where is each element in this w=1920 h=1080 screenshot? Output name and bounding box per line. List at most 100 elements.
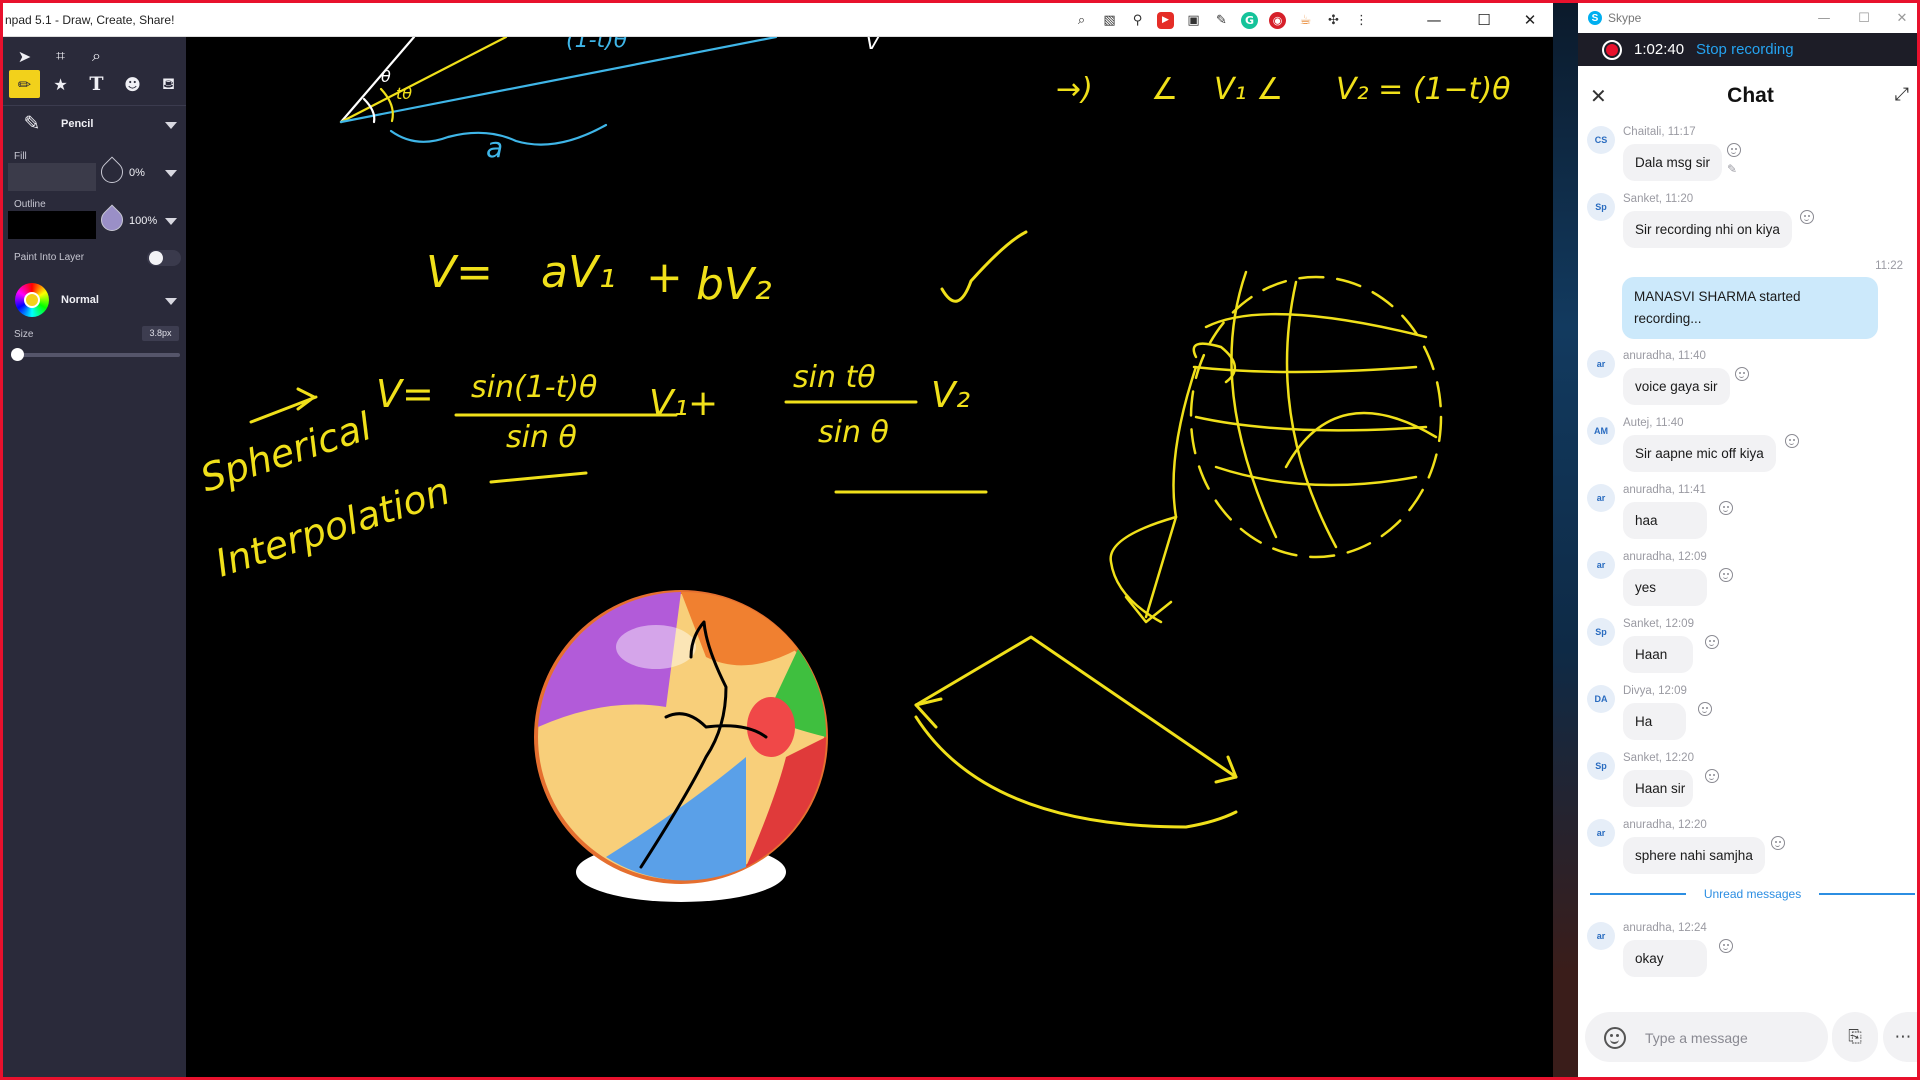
pencil-tool-icon[interactable]: ✏ bbox=[9, 70, 40, 98]
reaction-icon[interactable] bbox=[1719, 939, 1733, 953]
magnifier-icon[interactable]: ⌕ bbox=[81, 42, 112, 70]
message-composer: ⎘ ⋯ bbox=[1578, 1003, 1917, 1077]
more-vertical-icon[interactable]: ⋮ bbox=[1353, 12, 1370, 29]
message-bubble[interactable]: Haan bbox=[1623, 636, 1693, 673]
size-slider-track[interactable] bbox=[15, 353, 180, 357]
map-pin-icon[interactable]: ⚲ bbox=[1129, 12, 1146, 29]
reaction-icon[interactable] bbox=[1800, 210, 1814, 224]
avatar[interactable]: ar bbox=[1587, 551, 1615, 579]
reaction-icon[interactable] bbox=[1705, 635, 1719, 649]
message-meta: Divya, 12:09 bbox=[1623, 685, 1687, 697]
avatar[interactable]: DA bbox=[1587, 685, 1615, 713]
skype-minimize-button[interactable]: — bbox=[1806, 3, 1842, 33]
crop-icon[interactable]: ⌗ bbox=[45, 42, 76, 70]
cup-extension-icon[interactable]: ☕ bbox=[1297, 12, 1314, 29]
zoom-icon[interactable]: ⌕ bbox=[1073, 12, 1090, 29]
separator-line bbox=[1819, 893, 1916, 895]
outline-opacity-value[interactable]: 100% bbox=[129, 215, 157, 227]
reaction-icon[interactable] bbox=[1705, 769, 1719, 783]
drawing-canvas[interactable]: θ tθ a (1-t)θ v →) ∠ V₁ ∠ V₂ = (1−t)θ V= bbox=[186, 37, 1553, 1077]
edit-pencil-icon[interactable]: ✎ bbox=[1727, 162, 1737, 176]
reaction-icon[interactable] bbox=[1735, 367, 1749, 381]
message-bubble[interactable]: voice gaya sir bbox=[1623, 368, 1730, 405]
message-bubble[interactable]: Sir recording nhi on kiya bbox=[1623, 211, 1792, 248]
reaction-icon[interactable] bbox=[1727, 143, 1741, 157]
avatar[interactable]: Sp bbox=[1587, 618, 1615, 646]
avatar[interactable]: ar bbox=[1587, 922, 1615, 950]
paint-into-layer-toggle[interactable] bbox=[147, 250, 181, 266]
pencil-preview-icon: ✎ bbox=[23, 111, 41, 135]
extension-gray-icon[interactable]: ▧ bbox=[1101, 12, 1118, 29]
active-color-swatch[interactable] bbox=[24, 292, 40, 308]
avatar[interactable]: ar bbox=[1587, 819, 1615, 847]
text-icon[interactable]: T bbox=[81, 70, 112, 98]
triangle-edge-blue bbox=[339, 37, 778, 124]
message-list[interactable]: CS Chaitali, 11:17 Dala msg sir ✎ Sp San… bbox=[1578, 124, 1917, 977]
avatar[interactable]: Sp bbox=[1587, 752, 1615, 780]
message-bubble[interactable]: okay bbox=[1623, 940, 1707, 977]
emoji-icon[interactable] bbox=[1604, 1027, 1626, 1049]
skype-close-button[interactable]: ✕ bbox=[1884, 3, 1917, 33]
star-icon[interactable]: ★ bbox=[45, 70, 76, 98]
svg-text:V₁+: V₁+ bbox=[649, 383, 718, 424]
grammarly-icon[interactable]: G bbox=[1241, 11, 1258, 29]
chat-header: ✕ Chat ⤢ bbox=[1578, 66, 1917, 124]
fill-color-swatch[interactable] bbox=[8, 163, 96, 191]
reaction-icon[interactable] bbox=[1698, 702, 1712, 716]
outline-color-swatch[interactable] bbox=[8, 211, 96, 239]
message-bubble[interactable]: yes bbox=[1623, 569, 1707, 606]
fill-opacity-drop-icon bbox=[96, 156, 128, 188]
svg-text:v: v bbox=[866, 37, 880, 55]
skype-window: S Skype — ☐ ✕ 1:02:40 Stop recording ✕ C… bbox=[1578, 3, 1917, 1077]
message-bubble[interactable]: Haan sir bbox=[1623, 770, 1693, 807]
attach-file-button[interactable]: ⎘ bbox=[1832, 1012, 1878, 1062]
avatar[interactable]: Sp bbox=[1587, 193, 1615, 221]
pointer-icon[interactable]: ➤ bbox=[9, 42, 40, 70]
youtube-icon[interactable]: ▶ bbox=[1157, 11, 1174, 29]
message-meta: Sanket, 12:09 bbox=[1623, 618, 1694, 630]
message-bubble[interactable]: sphere nahi samjha bbox=[1623, 837, 1765, 874]
maximize-button[interactable]: ☐ bbox=[1461, 3, 1507, 37]
avatar[interactable]: CS bbox=[1587, 126, 1615, 154]
sphere-sketch bbox=[1109, 270, 1443, 624]
blend-mode-value[interactable]: Normal bbox=[61, 294, 99, 306]
screenshot-icon[interactable]: ▣ bbox=[1185, 12, 1202, 29]
skype-maximize-button[interactable]: ☐ bbox=[1846, 3, 1882, 33]
pen-extension-icon[interactable]: ✎ bbox=[1213, 12, 1230, 29]
blend-mode-chevron-icon[interactable] bbox=[165, 298, 177, 305]
fill-bucket-icon[interactable]: ⛾ bbox=[153, 70, 184, 98]
message-bubble[interactable]: Dala msg sir bbox=[1623, 144, 1723, 181]
adblock-icon[interactable]: ◉ bbox=[1269, 11, 1286, 29]
sticker-icon[interactable]: ☻ bbox=[117, 70, 148, 98]
avatar[interactable]: AM bbox=[1587, 417, 1615, 445]
message-bubble[interactable]: Ha bbox=[1623, 703, 1686, 740]
size-value[interactable]: 3.8px bbox=[142, 326, 179, 341]
svg-text:V₁ ∠: V₁ ∠ bbox=[1214, 72, 1283, 107]
composer-box bbox=[1585, 1012, 1828, 1062]
reaction-icon[interactable] bbox=[1771, 836, 1785, 850]
reaction-icon[interactable] bbox=[1785, 434, 1799, 448]
message-meta: Chaitali, 11:17 bbox=[1623, 126, 1696, 138]
message-bubble[interactable]: Sir aapne mic off kiya bbox=[1623, 435, 1776, 472]
stop-recording-link[interactable]: Stop recording bbox=[1696, 41, 1794, 58]
message-input[interactable] bbox=[1645, 1028, 1815, 1048]
svg-text:tθ: tθ bbox=[396, 84, 412, 103]
tool-name: Pencil bbox=[61, 118, 94, 130]
avatar[interactable]: ar bbox=[1587, 350, 1615, 378]
fill-opacity-value[interactable]: 0% bbox=[129, 167, 145, 179]
outline-opacity-chevron-icon[interactable] bbox=[165, 218, 177, 225]
message-bubble[interactable]: haa bbox=[1623, 502, 1707, 539]
puzzle-extensions-icon[interactable]: ✣ bbox=[1325, 12, 1342, 29]
close-button[interactable]: ✕ bbox=[1507, 3, 1553, 37]
avatar[interactable]: ar bbox=[1587, 484, 1615, 512]
tool-options-chevron-icon[interactable] bbox=[165, 122, 177, 129]
fill-opacity-chevron-icon[interactable] bbox=[165, 170, 177, 177]
reaction-icon[interactable] bbox=[1719, 568, 1733, 582]
message-meta: anuradha, 12:09 bbox=[1623, 551, 1707, 563]
expand-icon[interactable]: ⤢ bbox=[1895, 84, 1909, 105]
minimize-button[interactable]: — bbox=[1411, 3, 1457, 37]
own-message-bubble[interactable]: MANASVI SHARMA started recording... bbox=[1622, 277, 1878, 339]
more-options-button[interactable]: ⋯ bbox=[1883, 1012, 1917, 1062]
reaction-icon[interactable] bbox=[1719, 501, 1733, 515]
size-slider-knob[interactable] bbox=[11, 348, 24, 361]
